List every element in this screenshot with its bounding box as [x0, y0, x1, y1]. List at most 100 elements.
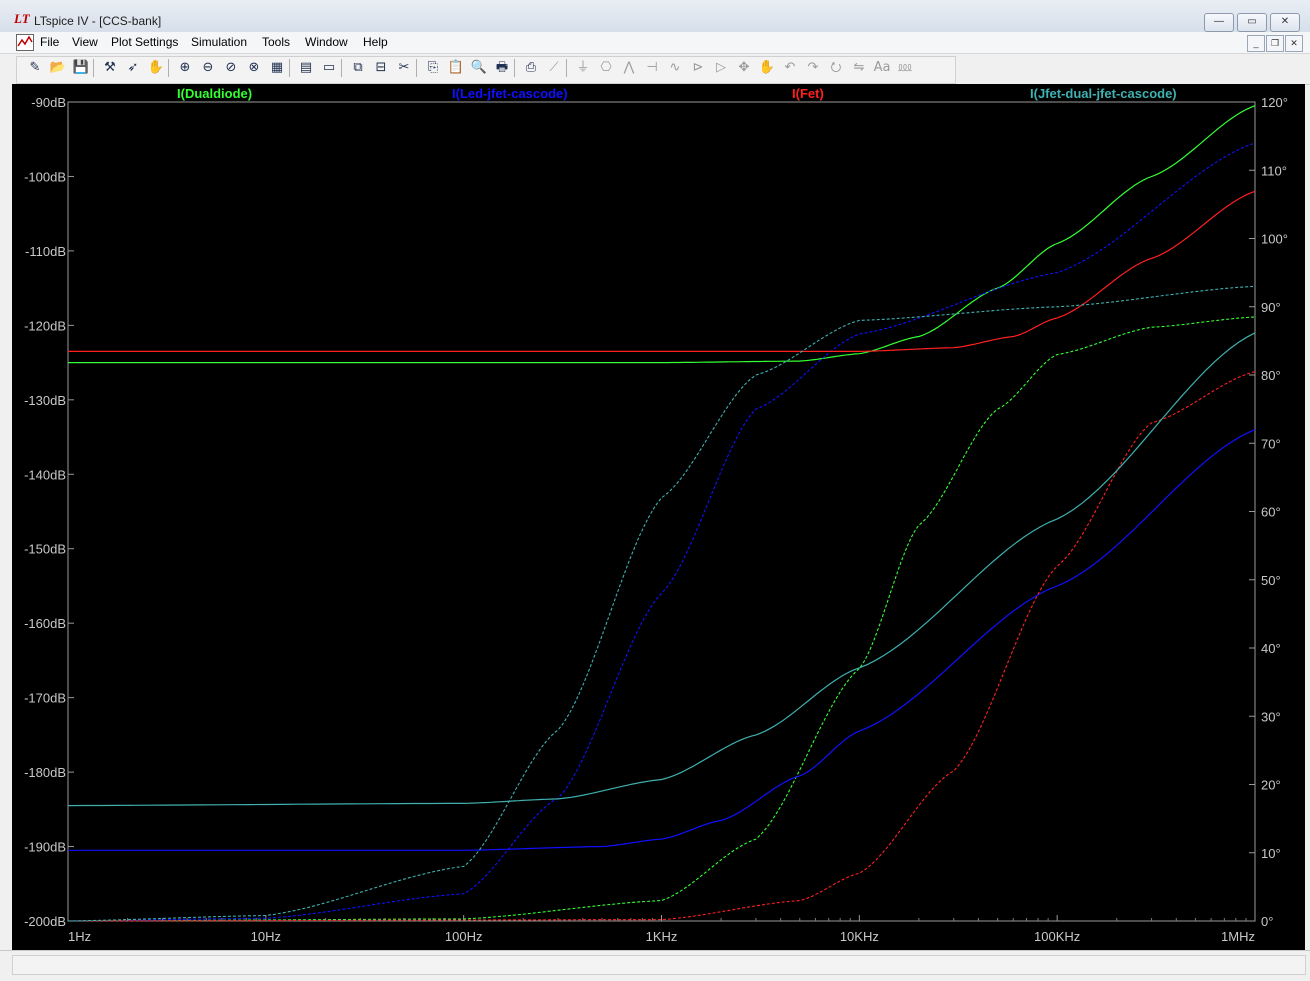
drag-icon[interactable]: ✋ — [758, 59, 776, 77]
title-bar: LT LTspice IV - [CCS-bank] — ▭ ✕ — [0, 0, 1310, 33]
control-panel-icon[interactable]: ⚒ — [101, 59, 119, 77]
cut-icon[interactable]: ✂ — [395, 59, 413, 77]
tile-horizontal-icon[interactable]: ▭ — [320, 59, 338, 77]
maximize-icon[interactable]: ▭ — [1237, 13, 1267, 32]
y-right-tick-label: 30° — [1261, 709, 1281, 724]
label-icon[interactable]: ⎔ — [597, 59, 615, 77]
y-right-tick-label: 10° — [1261, 846, 1281, 861]
minimize-icon[interactable]: — — [1204, 13, 1234, 32]
y-right-tick-label: 90° — [1261, 300, 1281, 315]
y-right-tick-label: 120° — [1261, 95, 1288, 110]
print-icon[interactable]: ⎙ — [522, 59, 540, 77]
legend-entry[interactable]: I(Led-jfet-cascode) — [452, 86, 568, 101]
print-preview-icon[interactable]: 🖶 — [493, 59, 511, 77]
toolbar: ✎ 📂 💾 ⚒ ➶ ✋ ⊕ ⊖ ⊘ ⊗ ▦ ▤ ▭ ⧉ ⊟ ✂ ⎘ 📋 🔍 🖶 ⎙ ⟋ ⏚ ⎔ ⋀ ⊣ ∿ ⊳ ▷ ✥ ✋ ↶ ↷ ⭮ ⇋ Aa ⅏ — [0, 54, 1310, 85]
y-right-tick-label: 70° — [1261, 436, 1281, 451]
x-tick-label: 1KHz — [646, 929, 678, 944]
new-schematic-icon[interactable]: ✎ — [26, 59, 44, 77]
run-icon[interactable]: ➶ — [124, 59, 142, 77]
close-icon[interactable]: ✕ — [1270, 13, 1300, 32]
child-minimize-icon[interactable]: _ — [1247, 35, 1265, 52]
plot-canvas[interactable]: -90dB -100dB -110dB -120dB -130dB -140dB -150d… — [12, 84, 1305, 950]
toolbar-separator — [289, 59, 290, 77]
component-icon[interactable]: ▷ — [712, 59, 730, 77]
waveform-viewer[interactable]: -90dB -100dB -110dB -120dB -130dB -140dB -150d… — [12, 84, 1305, 950]
left-edge — [0, 84, 12, 950]
y-right-tick-label: 40° — [1261, 641, 1281, 656]
zoom-back-icon[interactable]: ⊘ — [222, 59, 240, 77]
y-left-tick-label: -170dB — [24, 691, 66, 706]
x-tick-label: 100Hz — [445, 929, 483, 944]
zoom-fit-icon[interactable]: ⊗ — [245, 59, 263, 77]
y-right-tick-label: 100° — [1261, 232, 1288, 247]
open-icon[interactable]: 📂 — [49, 59, 67, 77]
menu-tools[interactable]: Tools — [262, 35, 290, 49]
y-left-tick-label: -200dB — [24, 914, 66, 929]
y-left-tick-label: -100dB — [24, 169, 66, 184]
move-icon[interactable]: ✥ — [735, 59, 753, 77]
magnitude-trace — [68, 190, 1256, 352]
y-left-tick-label: -120dB — [24, 318, 66, 333]
rotate-icon[interactable]: ⭮ — [827, 59, 845, 77]
wire-icon[interactable]: ⟋ — [545, 59, 563, 77]
child-close-icon[interactable]: ✕ — [1285, 35, 1303, 52]
y-left-tick-label: -140dB — [24, 467, 66, 482]
menu-file[interactable]: File — [40, 35, 59, 49]
paste-icon[interactable]: 📋 — [447, 59, 465, 77]
zoom-in-icon[interactable]: ⊕ — [176, 59, 194, 77]
find-icon[interactable]: 🔍 — [470, 59, 488, 77]
y-right-tick-label: 0° — [1261, 914, 1273, 929]
phase-trace — [68, 316, 1256, 922]
spice-directive-icon[interactable]: ⅏ — [896, 59, 914, 77]
zoom-out-icon[interactable]: ⊖ — [199, 59, 217, 77]
save-icon[interactable]: 💾 — [72, 59, 90, 77]
y-left-tick-label: -190dB — [24, 840, 66, 855]
tile-vertical-icon[interactable]: ⊟ — [372, 59, 390, 77]
magnitude-trace — [67, 332, 1256, 807]
window-title: LTspice IV - [CCS-bank] — [34, 14, 162, 28]
toolbar-separator — [168, 59, 169, 77]
resistor-icon[interactable]: ⋀ — [620, 59, 638, 77]
x-tick-label: 100KHz — [1034, 929, 1080, 944]
autorange-icon[interactable]: ▦ — [268, 59, 286, 77]
y-right-tick-label: 60° — [1261, 505, 1281, 520]
legend-entry[interactable]: I(Dualdiode) — [177, 86, 252, 101]
text-icon[interactable]: Aa — [873, 59, 891, 77]
legend-entry[interactable]: I(Jfet-dual-jfet-cascode) — [1030, 86, 1177, 101]
menu-view[interactable]: View — [72, 35, 98, 49]
status-field — [12, 955, 1306, 975]
y-right-tick-label: 80° — [1261, 368, 1281, 383]
ground-icon[interactable]: ⏚ — [574, 59, 592, 77]
cascade-icon[interactable]: ⧉ — [349, 59, 367, 77]
toolbar-separator — [416, 59, 417, 77]
child-restore-icon[interactable]: ❐ — [1266, 35, 1284, 52]
phase-trace — [67, 285, 1256, 922]
magnitude-trace — [68, 105, 1256, 364]
menu-help[interactable]: Help — [363, 35, 388, 49]
legend-entry[interactable]: I(Fet) — [792, 86, 824, 101]
menu-simulation[interactable]: Simulation — [191, 35, 247, 49]
status-bar — [0, 950, 1310, 981]
inductor-icon[interactable]: ∿ — [666, 59, 684, 77]
mirror-icon[interactable]: ⇋ — [850, 59, 868, 77]
halt-icon[interactable]: ✋ — [147, 59, 165, 77]
y-right-tick-label: 20° — [1261, 778, 1281, 793]
x-tick-label: 10KHz — [840, 929, 879, 944]
redo-icon[interactable]: ↷ — [804, 59, 822, 77]
diode-icon[interactable]: ⊳ — [689, 59, 707, 77]
ltspice-logo-icon: LT — [14, 11, 30, 26]
y-left-tick-label: -150dB — [24, 542, 66, 557]
x-tick-label: 1MHz — [1221, 929, 1255, 944]
toolbar-separator — [566, 59, 567, 77]
x-tick-label: 10Hz — [251, 929, 281, 944]
menu-plot-settings[interactable]: Plot Settings — [111, 35, 178, 49]
menu-bar: File View Plot Settings Simulation Tools… — [0, 32, 1310, 54]
visible-traces-icon[interactable]: ▤ — [297, 59, 315, 77]
copy-icon[interactable]: ⎘ — [424, 59, 442, 77]
y-right-tick-label: 110° — [1261, 163, 1287, 178]
waveform-window-icon[interactable] — [16, 34, 34, 51]
capacitor-icon[interactable]: ⊣ — [643, 59, 661, 77]
y-right-tick-label: 50° — [1261, 573, 1281, 588]
menu-window[interactable]: Window — [305, 35, 348, 49]
undo-icon[interactable]: ↶ — [781, 59, 799, 77]
